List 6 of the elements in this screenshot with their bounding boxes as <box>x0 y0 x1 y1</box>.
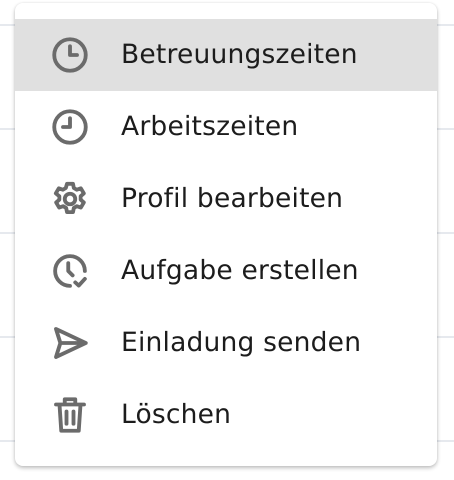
menu-item[interactable]: Arbeitszeiten <box>15 91 437 163</box>
menu-item[interactable]: Einladung senden <box>15 307 437 379</box>
menu-item[interactable]: Aufgabe erstellen <box>15 235 437 307</box>
menu-item[interactable]: Profil bearbeiten <box>15 163 437 235</box>
menu-item[interactable]: Löschen <box>15 379 437 451</box>
menu-item[interactable]: Betreuungszeiten <box>15 19 437 91</box>
